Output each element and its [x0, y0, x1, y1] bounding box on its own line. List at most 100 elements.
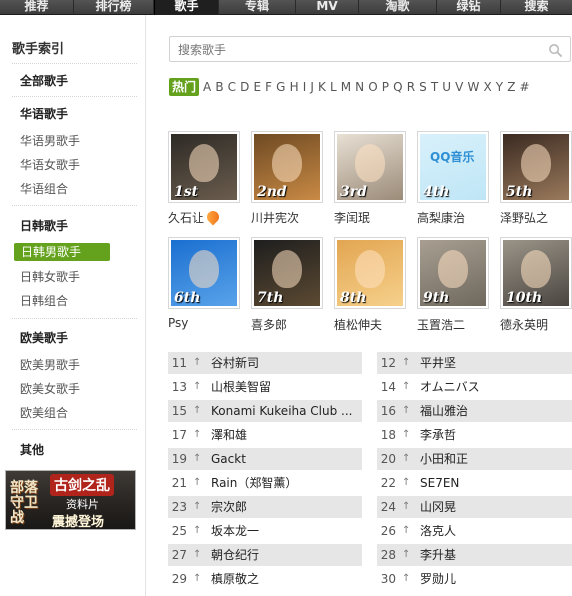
artist-card[interactable]: 9th	[417, 237, 489, 309]
letter-filter-l[interactable]: L	[330, 80, 337, 94]
sidebar-item-jpkr-female[interactable]: 日韩女歌手	[20, 268, 80, 285]
ranked-singer-row[interactable]: 15 ↑ Konami Kukeiha Club ...	[168, 400, 362, 422]
artist-photo[interactable]: 9th	[420, 240, 486, 306]
tab-search[interactable]: 搜索	[501, 0, 572, 15]
singer-name-link[interactable]: 澤和雄	[211, 424, 247, 446]
artist-card[interactable]: 3rd	[334, 131, 406, 203]
search-icon[interactable]	[548, 43, 563, 58]
letter-filter-d[interactable]: D	[240, 80, 249, 94]
ranked-singer-row[interactable]: 17 ↑ 澤和雄	[168, 424, 362, 446]
tab-mv[interactable]: MV	[296, 0, 359, 15]
singer-name-link[interactable]: SE7EN	[420, 472, 459, 494]
letter-filter-a[interactable]: A	[203, 80, 211, 94]
singer-name-link[interactable]: 宗次郎	[211, 496, 247, 518]
tab-recommend[interactable]: 推荐	[0, 0, 74, 15]
letter-filter-s[interactable]: S	[419, 80, 427, 94]
ranked-singer-row[interactable]: 21 ↑ Rain（郑智薰）	[168, 472, 362, 494]
sidebar-item-western-male[interactable]: 欧美男歌手	[20, 356, 80, 373]
ranked-singer-row[interactable]: 13 ↑ 山根美智留	[168, 376, 362, 398]
singer-name-link[interactable]: 槙原敬之	[211, 568, 259, 590]
letter-filter-x[interactable]: X	[483, 80, 491, 94]
artist-card[interactable]: 10th	[500, 237, 572, 309]
ranked-singer-row[interactable]: 25 ↑ 坂本龙一	[168, 520, 362, 542]
artist-photo[interactable]: 8th	[337, 240, 403, 306]
artist-name-link[interactable]: 泽野弘之	[500, 209, 548, 226]
tab-taoge[interactable]: 淘歌	[359, 0, 437, 15]
ranked-singer-row[interactable]: 12 ↑ 平井坚	[377, 352, 572, 374]
artist-name-link[interactable]: 李闰珉	[334, 209, 370, 226]
ranked-singer-row[interactable]: 27 ↑ 朝仓纪行	[168, 544, 362, 566]
ranked-singer-row[interactable]: 19 ↑ Gackt	[168, 448, 362, 470]
singer-name-link[interactable]: 罗勋儿	[420, 568, 456, 590]
sidebar-item-all-singers[interactable]: 全部歌手	[20, 72, 68, 89]
sidebar-item-western-group[interactable]: 欧美组合	[20, 404, 68, 421]
singer-name-link[interactable]: 坂本龙一	[211, 520, 259, 542]
sidebar-item-other[interactable]: 其他	[20, 441, 44, 458]
sidebar-heading-jpkr[interactable]: 日韩歌手	[20, 217, 68, 234]
sidebar-item-jpkr-group[interactable]: 日韩组合	[20, 292, 68, 309]
singer-name-link[interactable]: 李承哲	[420, 424, 456, 446]
search-input[interactable]	[178, 41, 538, 58]
ranked-singer-row[interactable]: 28 ↑ 李升基	[377, 544, 572, 566]
artist-name-link[interactable]: 久石让	[168, 208, 222, 226]
artist-photo[interactable]: 3rd	[337, 134, 403, 200]
singer-name-link[interactable]: 山冈晃	[420, 496, 456, 518]
ranked-singer-row[interactable]: 18 ↑ 李承哲	[377, 424, 572, 446]
game-ad-banner[interactable]: 部落守卫战 古剑之乱 资料片 震撼登场	[5, 470, 136, 530]
singer-name-link[interactable]: オムニバス	[420, 376, 480, 398]
singer-name-link[interactable]: 谷村新司	[211, 352, 259, 374]
letter-filter-j[interactable]: J	[310, 80, 314, 94]
artist-name-link[interactable]: 植松伸夫	[334, 316, 382, 333]
letter-filter-y[interactable]: Y	[496, 80, 503, 94]
singer-name-link[interactable]: Gackt	[211, 448, 246, 470]
artist-photo[interactable]: 1st	[171, 134, 237, 200]
singer-name-link[interactable]: 李升基	[420, 544, 456, 566]
letter-filter-m[interactable]: M	[341, 80, 351, 94]
letter-filter-o[interactable]: O	[368, 80, 377, 94]
singer-name-link[interactable]: Rain（郑智薰）	[211, 472, 297, 494]
tab-albums[interactable]: 专辑	[219, 0, 296, 15]
sidebar-item-chinese-female[interactable]: 华语女歌手	[20, 156, 80, 173]
artist-name-link[interactable]: 玉置浩二	[417, 316, 465, 333]
singer-name-link[interactable]: 朝仓纪行	[211, 544, 259, 566]
letter-filter-hash[interactable]: #	[520, 80, 530, 94]
artist-photo[interactable]: 5th	[503, 134, 569, 200]
singer-name-link[interactable]: 小田和正	[420, 448, 468, 470]
singer-name-link[interactable]: 洛克人	[420, 520, 456, 542]
ranked-singer-row[interactable]: 14 ↑ オムニバス	[377, 376, 572, 398]
artist-name-link[interactable]: 川井宪次	[251, 209, 299, 226]
tab-charts[interactable]: 排行榜	[74, 0, 154, 15]
sidebar-heading-western[interactable]: 欧美歌手	[20, 329, 68, 346]
artist-name-link[interactable]: 喜多郎	[251, 316, 287, 333]
ranked-singer-row[interactable]: 16 ↑ 福山雅治	[377, 400, 572, 422]
artist-card[interactable]: QQ音乐 4th	[417, 131, 489, 203]
letter-filter-u[interactable]: U	[442, 80, 451, 94]
tab-singers[interactable]: 歌手	[154, 0, 219, 15]
ranked-singer-row[interactable]: 30 ↑ 罗勋儿	[377, 568, 572, 590]
hot-filter-button[interactable]: 热门	[169, 78, 199, 96]
singer-name-link[interactable]: 平井坚	[420, 352, 456, 374]
letter-filter-q[interactable]: Q	[393, 80, 402, 94]
ranked-singer-row[interactable]: 29 ↑ 槙原敬之	[168, 568, 362, 590]
ranked-singer-row[interactable]: 20 ↑ 小田和正	[377, 448, 572, 470]
ranked-singer-row[interactable]: 23 ↑ 宗次郎	[168, 496, 362, 518]
artist-photo[interactable]: 7th	[254, 240, 320, 306]
letter-filter-p[interactable]: P	[382, 80, 389, 94]
artist-card[interactable]: 5th	[500, 131, 572, 203]
letter-filter-e[interactable]: E	[253, 80, 261, 94]
ranked-singer-row[interactable]: 11 ↑ 谷村新司	[168, 352, 362, 374]
letter-filter-w[interactable]: W	[467, 80, 479, 94]
ranked-singer-row[interactable]: 24 ↑ 山冈晃	[377, 496, 572, 518]
letter-filter-v[interactable]: V	[455, 80, 463, 94]
sidebar-item-chinese-group[interactable]: 华语组合	[20, 180, 68, 197]
letter-filter-z[interactable]: Z	[507, 80, 515, 94]
sidebar-item-western-female[interactable]: 欧美女歌手	[20, 380, 80, 397]
artist-photo[interactable]: 6th	[171, 240, 237, 306]
artist-photo[interactable]: 2nd	[254, 134, 320, 200]
sidebar-heading-chinese[interactable]: 华语歌手	[20, 105, 68, 122]
letter-filter-f[interactable]: F	[265, 80, 272, 94]
ranked-singer-row[interactable]: 26 ↑ 洛克人	[377, 520, 572, 542]
letter-filter-i[interactable]: I	[303, 80, 307, 94]
letter-filter-c[interactable]: C	[228, 80, 236, 94]
artist-card[interactable]: 2nd	[251, 131, 323, 203]
